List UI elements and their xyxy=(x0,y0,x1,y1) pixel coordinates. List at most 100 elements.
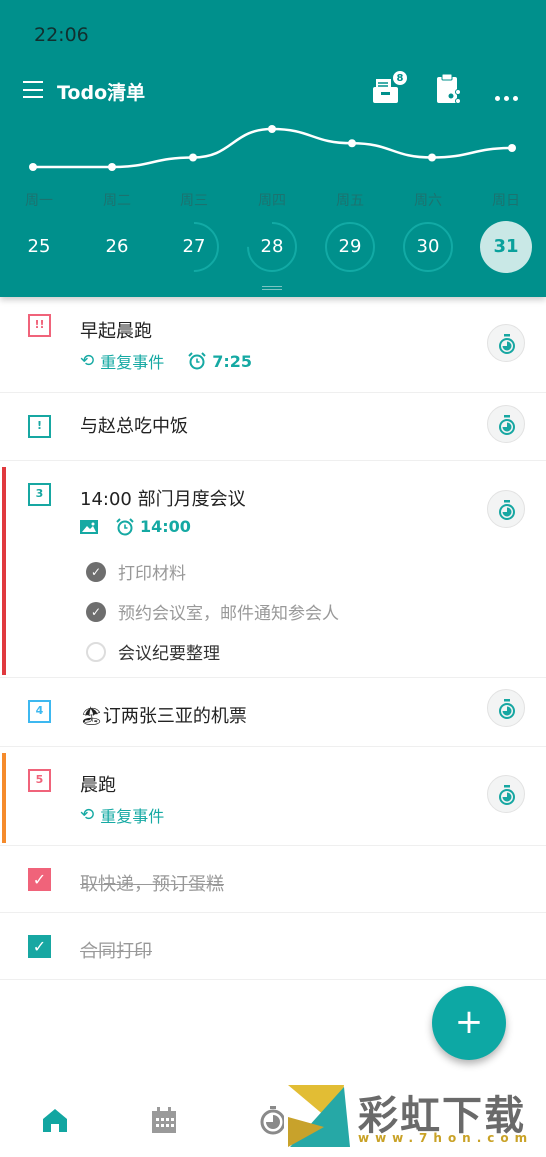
menu-icon[interactable] xyxy=(23,81,43,98)
task-meta: 14:00 xyxy=(80,517,191,536)
chart-point xyxy=(428,153,436,162)
day-28[interactable]: 28 xyxy=(246,221,298,273)
subtask-checkbox[interactable] xyxy=(86,641,106,662)
start-timer-button[interactable] xyxy=(487,775,525,813)
priority-label: 4 xyxy=(35,704,44,717)
stopwatch-icon xyxy=(499,785,515,805)
alarm-icon xyxy=(188,352,206,370)
subtask[interactable]: ✓ 预约会议室，邮件通知参会人 xyxy=(86,599,339,624)
weekday-label: 周六 xyxy=(414,193,442,209)
repeat-label: 重复事件 xyxy=(100,807,165,826)
repeat-label: 重复事件 xyxy=(100,353,165,372)
day-30[interactable]: 30 xyxy=(402,221,454,273)
task-row[interactable]: ✓ 合同打印 xyxy=(0,913,546,980)
task-checkbox[interactable]: 3 xyxy=(28,483,51,506)
day-26[interactable]: 26 xyxy=(91,221,143,273)
alarm-icon xyxy=(116,517,134,535)
task-title: 早起晨跑 xyxy=(80,321,152,342)
task-row[interactable]: 3 14:00 部门月度会议 14:00 ✓ 打印材料 ✓ 预约会议室，邮件通知参会人 会议纪… xyxy=(0,461,546,678)
page-title: Todo清单 xyxy=(57,82,146,104)
day-25[interactable]: 25 xyxy=(13,221,65,273)
task-checkbox[interactable]: ! xyxy=(28,415,51,438)
task-row[interactable]: 5 晨跑 ⟲ 重复事件 xyxy=(0,747,546,846)
chart-point xyxy=(268,125,276,133)
task-row[interactable]: ✓ 取快递，预订蛋糕 xyxy=(0,846,546,913)
weekday-label: 周三 xyxy=(180,193,208,209)
start-timer-button[interactable] xyxy=(487,490,525,528)
task-title: 与赵总吃中饭 xyxy=(80,416,188,437)
watermark-logo: 彩虹下载 www.7hon.com xyxy=(284,1077,546,1153)
watermark-url: www.7hon.com xyxy=(358,1131,534,1145)
alarm-time: 7:25 xyxy=(212,351,253,371)
start-timer-button[interactable] xyxy=(487,689,525,727)
stopwatch-icon xyxy=(499,415,515,435)
image-icon xyxy=(80,519,98,534)
share-clipboard-button[interactable] xyxy=(434,72,468,106)
weekday-label: 周日 xyxy=(492,193,520,209)
inbox-button[interactable]: 8 xyxy=(372,70,408,106)
app-header: 22:06 Todo清单 8 周一 周二 周三 周四 周五 周六 周日 25 26 27 28 29… xyxy=(0,0,546,297)
drag-handle[interactable] xyxy=(262,286,282,290)
day-number: 29 xyxy=(338,236,362,257)
task-meta: ⟲ 重复事件 7:25 xyxy=(80,349,252,373)
subtask-checkbox[interactable]: ✓ xyxy=(86,601,106,622)
calendar-icon[interactable] xyxy=(149,1105,179,1135)
day-number: 27 xyxy=(182,236,206,257)
task-title: 14:00 部门月度会议 xyxy=(80,489,246,510)
stopwatch-icon xyxy=(499,699,515,719)
weekday-label: 周五 xyxy=(336,193,364,209)
task-checkbox[interactable]: 4 xyxy=(28,700,51,723)
chart-line xyxy=(33,127,513,169)
day-number: 30 xyxy=(416,236,440,257)
priority-label: ! xyxy=(36,419,43,432)
priority-bar xyxy=(2,467,6,675)
chart-point xyxy=(189,153,197,162)
start-timer-button[interactable] xyxy=(487,405,525,443)
priority-label: 5 xyxy=(35,773,44,786)
subtask-text: 会议纪要整理 xyxy=(118,644,220,664)
chart-point xyxy=(108,163,116,171)
task-title: 晨跑 xyxy=(80,775,116,796)
priority-bar xyxy=(2,753,6,843)
task-checkbox-checked[interactable]: ✓ xyxy=(28,935,51,958)
weekday-label: 周四 xyxy=(258,193,286,209)
day-27[interactable]: 27 xyxy=(168,221,220,273)
task-checkbox[interactable]: 5 xyxy=(28,769,51,792)
alarm-time: 14:00 xyxy=(140,517,191,536)
task-row[interactable]: !! 早起晨跑 ⟲ 重复事件 7:25 xyxy=(0,297,546,393)
task-title: 🏖订两张三亚的机票 xyxy=(80,706,247,727)
stopwatch-icon xyxy=(499,500,515,520)
repeat-icon: ⟲ xyxy=(80,805,95,825)
task-checkbox[interactable]: !! xyxy=(28,314,51,337)
subtask[interactable]: ✓ 打印材料 xyxy=(86,559,186,584)
day-31[interactable]: 31 xyxy=(480,221,532,273)
subtask[interactable]: 会议纪要整理 xyxy=(86,639,220,664)
more-options-icon[interactable] xyxy=(495,86,522,105)
home-icon[interactable] xyxy=(40,1105,70,1135)
task-checkbox-checked[interactable]: ✓ xyxy=(28,868,51,891)
stopwatch-icon xyxy=(499,334,515,354)
subtask-text: 预约会议室，邮件通知参会人 xyxy=(118,604,339,624)
day-29[interactable]: 29 xyxy=(324,221,376,273)
chart-point xyxy=(348,139,356,148)
status-time: 22:06 xyxy=(34,24,89,46)
task-row[interactable]: 4 🏖订两张三亚的机票 xyxy=(0,678,546,747)
chart-point xyxy=(508,144,516,152)
add-task-button[interactable]: + xyxy=(432,986,506,1060)
day-number: 31 xyxy=(493,236,519,257)
weekday-label: 周一 xyxy=(25,193,53,209)
day-number: 26 xyxy=(105,236,129,257)
subtask-text: 打印材料 xyxy=(118,564,186,584)
repeat-icon: ⟲ xyxy=(80,351,95,371)
subtask-checkbox[interactable]: ✓ xyxy=(86,561,106,582)
clipboard-share-icon xyxy=(437,73,461,104)
weekday-label: 周二 xyxy=(103,193,131,209)
day-number: 25 xyxy=(27,236,51,257)
priority-label: 3 xyxy=(35,487,44,500)
start-timer-button[interactable] xyxy=(487,324,525,362)
chart-point xyxy=(29,163,37,171)
task-row[interactable]: ! 与赵总吃中饭 xyxy=(0,393,546,461)
task-title: 取快递，预订蛋糕 xyxy=(80,874,224,895)
task-title: 合同打印 xyxy=(80,941,152,962)
weekly-chart xyxy=(29,125,516,171)
